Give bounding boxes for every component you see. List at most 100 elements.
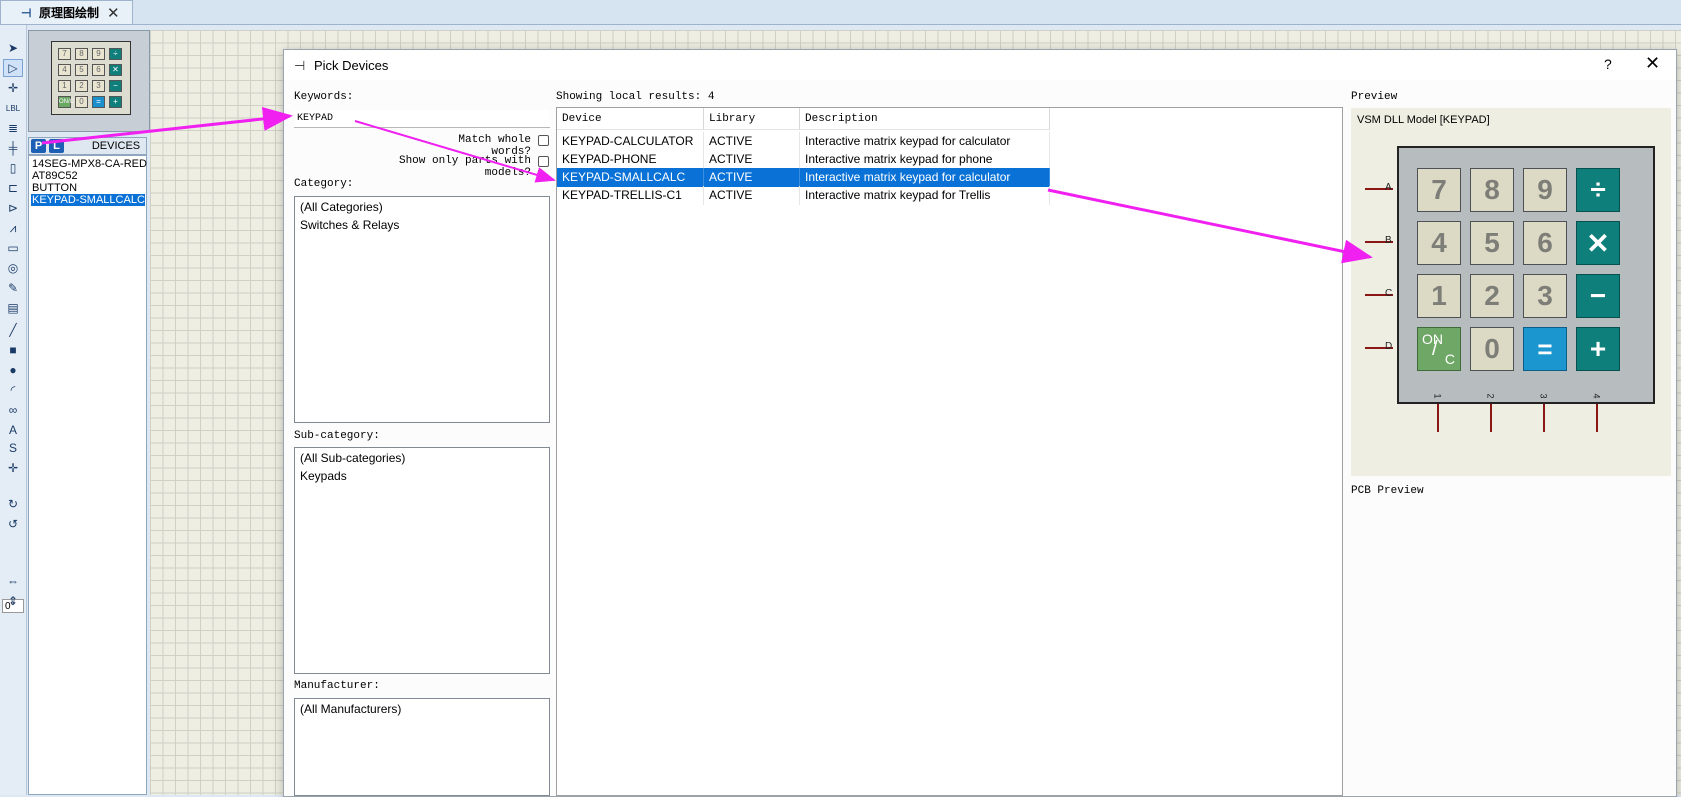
flip-horizontal-icon[interactable]: ⇔ [3,572,23,590]
category-item[interactable]: Switches & Relays [300,218,399,232]
cell-library: ACTIVE [704,132,800,151]
tab-schematic-capture[interactable]: ⊣ 原理图绘制 ✕ [0,0,133,24]
devices-panel-title: DEVICES [91,140,141,152]
subcategory-item[interactable]: Keypads [300,469,347,483]
overview-key: = [92,96,105,108]
rotate-anticlockwise-icon[interactable]: ↺ [3,515,23,533]
path-icon[interactable]: ∞ [3,401,23,419]
key-+: + [1576,327,1620,371]
keywords-input[interactable] [294,110,550,128]
marker-icon[interactable]: ✛ [3,459,23,477]
arc-icon[interactable]: ◜ [3,381,23,399]
key-7: 7 [1417,168,1461,212]
sub-circuit-icon[interactable]: ▯ [3,159,23,177]
table-row[interactable]: KEYPAD-CALCULATOR ACTIVE Interactive matri… [557,132,1050,151]
tab-label: 原理图绘制 [39,6,100,20]
key-1: 1 [1417,274,1461,318]
wire-label-icon[interactable]: LBL [3,99,23,117]
row-label: C [1385,288,1393,299]
overview-window[interactable]: 7 8 9 ÷ 4 5 6 ✕ 1 2 3− ON/C 0 = + [28,30,150,132]
category-list[interactable]: (All Categories) Switches & Relays [294,196,550,423]
overview-key: ✕ [109,64,122,76]
overview-key: + [109,96,122,108]
overview-key: 0 [75,96,88,108]
overview-key: 5 [75,64,88,76]
mode-toolbar: ➤ ▷ ✛ LBL ≣ ╪ ▯ ⊏ ⊳ ⩘ ▭ ◎ ✎ ▤ ╱ ■ ● ◜ ∞ A S ✛ ↻ ↺ 0° ⇔ ⇕ [0,25,27,795]
cell-description: Interactive matrix keypad for calculator [800,168,1050,187]
column-label: 3 [1538,393,1549,399]
device-list-item[interactable]: KEYPAD-SMALLCALC [31,194,145,206]
cell-library: ACTIVE [704,150,800,169]
device-list-item[interactable]: AT89C52 [31,170,145,182]
selection-mode-icon[interactable]: ➤ [3,39,23,57]
column-header-device[interactable]: Device [557,108,704,130]
subcategory-list[interactable]: (All Sub-categories) Keypads [294,447,550,674]
line-icon[interactable]: ╱ [3,321,23,339]
key-8: 8 [1470,168,1514,212]
text-script-icon[interactable]: ≣ [3,119,23,137]
text-icon[interactable]: A [3,421,23,439]
keywords-label: Keywords: [294,91,354,103]
results-table[interactable]: Device Library Description KEYPAD-CALCUL… [556,107,1343,796]
document-tab-bar: ⊣ 原理图绘制 ✕ [0,0,1681,25]
manufacturer-item[interactable]: (All Manufacturers) [300,702,401,716]
device-selector-list[interactable]: 14SEG-MPX8-CA-RED AT89C52 BUTTON KEYPAD-SMA… [28,155,147,795]
subcategory-item[interactable]: (All Sub-categories) [300,451,405,465]
box-icon[interactable]: ■ [3,341,23,359]
overview-key: 4 [58,64,71,76]
key-0: 0 [1470,327,1514,371]
column-header-description[interactable]: Description [800,108,1050,130]
rotate-clockwise-icon[interactable]: ↻ [3,495,23,513]
overview-key: 8 [75,48,88,60]
match-whole-words-checkbox[interactable] [538,135,549,146]
generator-icon[interactable]: ◎ [3,259,23,277]
show-only-models-checkbox[interactable] [538,156,549,167]
component-icon: ⊣ [294,58,306,73]
terminals-icon[interactable]: ⊏ [3,179,23,197]
cell-device: KEYPAD-TRELLIS-C1 [557,186,704,205]
component-mode-icon[interactable]: ▷ [3,59,23,77]
tab-close-icon[interactable]: ✕ [107,4,120,22]
junction-dot-icon[interactable]: ✛ [3,79,23,97]
category-label: Category: [294,178,354,190]
library-manager-button[interactable]: L [49,139,64,153]
column-header-library[interactable]: Library [704,108,800,130]
overview-key: ÷ [109,48,122,60]
key-=: = [1523,327,1567,371]
subcategory-label: Sub-category: [294,430,380,442]
key-−: − [1576,274,1620,318]
help-button[interactable]: ? [1604,56,1612,72]
cell-device: KEYPAD-CALCULATOR [557,132,704,151]
tape-recorder-icon[interactable]: ▭ [3,239,23,257]
table-row[interactable]: KEYPAD-TRELLIS-C1 ACTIVE Interactive matri… [557,186,1050,205]
key-clear-text: C [1444,351,1455,367]
category-item[interactable]: (All Categories) [300,200,383,214]
key-5: 5 [1470,221,1514,265]
key-✕: ✕ [1576,221,1620,265]
circle-icon[interactable]: ● [3,361,23,379]
table-row[interactable]: KEYPAD-SMALLCALC ACTIVE Interactive matrix… [557,168,1050,187]
pcb-preview-label: PCB Preview [1351,485,1424,497]
column-label: 1 [1432,393,1443,399]
virtual-instruments-icon[interactable]: ▤ [3,299,23,317]
row-label: D [1385,341,1393,352]
pick-devices-button[interactable]: P [31,139,46,153]
graph-icon[interactable]: ⩘ [3,219,23,237]
flip-vertical-icon[interactable]: ⇕ [3,592,23,610]
manufacturer-label: Manufacturer: [294,680,380,692]
manufacturer-list[interactable]: (All Manufacturers) [294,698,550,796]
device-list-item[interactable]: 14SEG-MPX8-CA-RED [31,158,147,170]
device-list-item[interactable]: BUTTON [31,182,145,194]
overview-key: − [109,80,122,92]
symbol-icon[interactable]: S [3,439,23,457]
column-pin [1543,404,1545,432]
key-6: 6 [1523,221,1567,265]
key-2: 2 [1470,274,1514,318]
voltage-probe-icon[interactable]: ✎ [3,279,23,297]
preview-model-name: VSM DLL Model [KEYPAD] [1357,114,1490,126]
buses-icon[interactable]: ╪ [3,139,23,157]
close-button[interactable]: ✕ [1645,53,1660,74]
key-9: 9 [1523,168,1567,212]
device-pins-icon[interactable]: ⊳ [3,199,23,217]
table-row[interactable]: KEYPAD-PHONE ACTIVE Interactive matrix key… [557,150,1050,169]
